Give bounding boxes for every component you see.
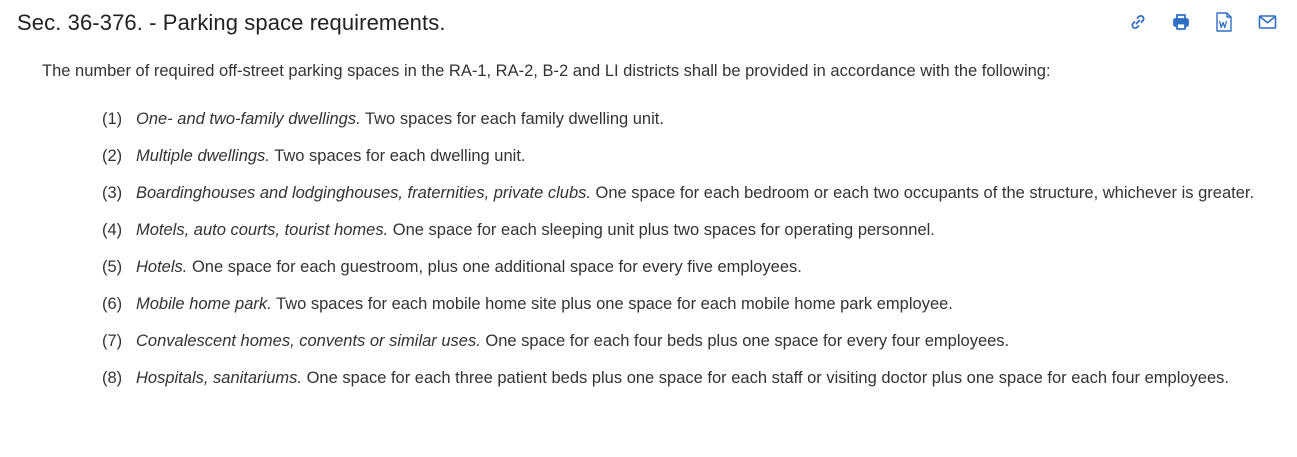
section-header: Sec. 36-376. - Parking space requirement… — [17, 8, 1277, 40]
item-text: One space for each three patient beds pl… — [301, 369, 1229, 387]
item-number: (1) — [102, 110, 123, 128]
item-text: One space for each sleeping unit plus tw… — [388, 221, 935, 239]
item-number: (8) — [102, 369, 123, 387]
item-body: One- and two-family dwellings. Two space… — [136, 104, 1282, 136]
list-item: (7) Convalescent homes, convents or simi… — [102, 326, 1282, 358]
list-item: (5) Hotels. One space for each guestroom… — [102, 252, 1282, 284]
item-term: One- and two-family dwellings. — [136, 110, 361, 128]
item-body: Hospitals, sanitariums. One space for ea… — [136, 363, 1282, 395]
list-item: (3) Boardinghouses and lodginghouses, fr… — [102, 178, 1282, 210]
intro-paragraph: The number of required off-street parkin… — [42, 62, 1051, 80]
item-text: One space for each four beds plus one sp… — [480, 332, 1010, 350]
item-number: (2) — [102, 147, 123, 165]
word-document-icon[interactable] — [1214, 12, 1234, 32]
section-toolbar — [1128, 12, 1277, 32]
list-item: (2) Multiple dwellings. Two spaces for e… — [102, 141, 1282, 173]
section-title: Sec. 36-376. - Parking space requirement… — [17, 10, 446, 35]
item-number: (7) — [102, 332, 123, 350]
list-item: (4) Motels, auto courts, tourist homes. … — [102, 215, 1282, 247]
item-body: Multiple dwellings. Two spaces for each … — [136, 141, 1282, 173]
item-body: Convalescent homes, convents or similar … — [136, 326, 1282, 358]
link-icon[interactable] — [1128, 12, 1148, 32]
item-body: Motels, auto courts, tourist homes. One … — [136, 215, 1282, 247]
item-body: Hotels. One space for each guestroom, pl… — [136, 252, 1282, 284]
item-body: Mobile home park. Two spaces for each mo… — [136, 289, 1282, 321]
item-text: One space for each bedroom or each two o… — [590, 184, 1255, 202]
item-term: Hospitals, sanitariums. — [136, 369, 302, 387]
email-icon[interactable] — [1257, 12, 1277, 32]
item-number: (4) — [102, 221, 123, 239]
item-term: Boardinghouses and lodginghouses, frater… — [136, 184, 591, 202]
requirements-list: (1) One- and two-family dwellings. Two s… — [102, 104, 1282, 400]
item-number: (3) — [102, 184, 123, 202]
item-text: Two spaces for each family dwelling unit… — [360, 110, 664, 128]
item-term: Mobile home park. — [136, 295, 272, 313]
item-number: (5) — [102, 258, 123, 276]
item-term: Convalescent homes, convents or similar … — [136, 332, 481, 350]
list-item: (1) One- and two-family dwellings. Two s… — [102, 104, 1282, 136]
item-term: Hotels. — [136, 258, 188, 276]
item-term: Motels, auto courts, tourist homes. — [136, 221, 389, 239]
print-icon[interactable] — [1171, 12, 1191, 32]
item-term: Multiple dwellings. — [136, 147, 270, 165]
item-number: (6) — [102, 295, 123, 313]
item-text: Two spaces for each mobile home site plu… — [271, 295, 953, 313]
item-body: Boardinghouses and lodginghouses, frater… — [136, 178, 1282, 210]
item-text: One space for each guestroom, plus one a… — [187, 258, 802, 276]
list-item: (8) Hospitals, sanitariums. One space fo… — [102, 363, 1282, 395]
item-text: Two spaces for each dwelling unit. — [269, 147, 526, 165]
list-item: (6) Mobile home park. Two spaces for eac… — [102, 289, 1282, 321]
